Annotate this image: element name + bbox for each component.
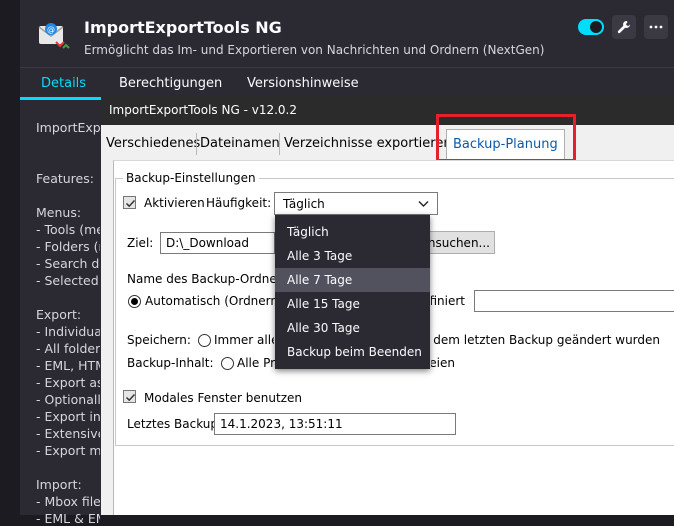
details-line: - All folder xyxy=(36,341,100,356)
auto-name-label: Automatisch (Ordnername xyxy=(145,294,275,308)
frequency-label: Häufigkeit: xyxy=(206,196,272,210)
checkmark-icon xyxy=(125,393,136,402)
activate-label: Aktivieren xyxy=(144,196,205,210)
wrench-icon xyxy=(617,21,630,34)
frequency-value: Täglich xyxy=(283,197,325,211)
header-divider xyxy=(20,67,674,68)
details-line: - Extensive xyxy=(36,426,100,441)
save-all-label: Immer alle xyxy=(214,333,274,347)
content-mail-label: Nur Maildateien xyxy=(431,356,455,370)
dropdown-option-label: Alle 7 Tage xyxy=(287,273,353,287)
frequency-dropdown: Täglich Alle 3 Tage Alle 7 Tage Alle 15 … xyxy=(275,215,430,369)
tab-divider xyxy=(279,133,280,155)
dropdown-option-label: Backup beim Beenden xyxy=(287,345,422,359)
last-backup-label: Letztes Backup: xyxy=(127,417,223,431)
tab-verschiedenes[interactable]: Verschiedenes xyxy=(103,129,203,158)
checkmark-icon xyxy=(125,199,136,208)
details-line: - Export as xyxy=(36,375,100,390)
dropdown-option-30-days[interactable]: Alle 30 Tage xyxy=(275,316,430,340)
details-line: - Search dialog xyxy=(36,256,100,271)
dropdown-option-15-days[interactable]: Alle 15 Tage xyxy=(275,292,430,316)
details-line: - Export messages xyxy=(36,443,100,458)
tab-permissions[interactable]: Berechtigungen xyxy=(119,76,222,91)
content-all-radio[interactable] xyxy=(221,357,234,370)
svg-text:@: @ xyxy=(47,25,55,34)
group-label: Backup-Einstellungen xyxy=(123,171,259,185)
dropdown-option-7-days[interactable]: Alle 7 Tage xyxy=(275,268,430,292)
details-line: Features: xyxy=(36,171,94,186)
active-tab-indicator xyxy=(20,97,102,100)
details-line: Import: xyxy=(36,477,82,492)
tab-details[interactable]: Details xyxy=(41,76,86,91)
addon-icon: @ xyxy=(38,23,70,49)
save-changed-label: Nur Dateien, die nach dem letzten Backup… xyxy=(430,333,660,347)
tab-verzeichnisse-exportieren[interactable]: Verzeichnisse exportieren xyxy=(281,129,455,158)
details-line: Export: xyxy=(36,307,82,322)
details-line: - Folders (menu) xyxy=(36,239,100,254)
more-icon xyxy=(649,25,663,29)
custom-name-label: Benutzerdefiniert: xyxy=(431,294,465,308)
dropdown-option-daily[interactable]: Täglich xyxy=(275,220,430,244)
modal-window-label: Modales Fenster benutzen xyxy=(144,391,302,405)
target-value: D:\_Download xyxy=(166,236,249,250)
chevron-down-icon xyxy=(418,201,429,207)
highlight-box xyxy=(436,114,576,162)
dropdown-option-label: Alle 15 Tage xyxy=(287,297,360,311)
dropdown-option-on-exit[interactable]: Backup beim Beenden xyxy=(275,340,430,364)
save-label: Speichern: xyxy=(127,333,191,347)
dialog-title: ImportExportTools NG - v12.0.2 xyxy=(109,103,297,117)
dropdown-option-label: Alle 3 Tage xyxy=(287,249,353,263)
dialog-titlebar[interactable]: ImportExportTools NG - v12.0.2 xyxy=(101,96,674,125)
details-line: Menus: xyxy=(36,205,82,220)
addon-title: ImportExportTools NG xyxy=(84,18,282,37)
modal-window-checkbox[interactable] xyxy=(123,390,136,403)
dropdown-option-3-days[interactable]: Alle 3 Tage xyxy=(275,244,430,268)
dialog-tabstrip: Verschiedenes Dateinamen Verzeichnisse e… xyxy=(101,129,674,159)
toggle-knob xyxy=(590,21,602,33)
addon-enable-toggle[interactable] xyxy=(578,19,604,35)
folder-name-label: Name des Backup-Ordners: xyxy=(127,272,292,286)
details-line: - Mbox files xyxy=(36,494,100,509)
last-backup-field: 14.1.2023, 13:51:11 xyxy=(214,413,456,435)
tab-release-notes[interactable]: Versionshinweise xyxy=(247,76,359,91)
dropdown-option-label: Täglich xyxy=(287,225,329,239)
details-line: - Selected messages xyxy=(36,273,100,288)
details-line: - Export index xyxy=(36,409,100,424)
details-line: - EML, HTML xyxy=(36,358,100,373)
details-line: - Individual messages xyxy=(36,324,100,339)
more-options-button[interactable] xyxy=(644,15,668,39)
save-all-radio[interactable] xyxy=(198,334,211,347)
target-input[interactable]: D:\_Download xyxy=(160,232,275,254)
details-line: ImportExportTools NG xyxy=(36,120,100,135)
custom-name-input[interactable] xyxy=(474,290,674,312)
dropdown-option-label: Alle 30 Tage xyxy=(287,321,360,335)
activate-checkbox[interactable] xyxy=(123,196,136,209)
details-line: - Tools (menu) xyxy=(36,222,100,237)
preferences-button[interactable] xyxy=(612,15,636,39)
details-line: - EML & EMLX xyxy=(36,511,100,526)
content-all-label: Alle Profildateien xyxy=(237,356,275,370)
last-backup-value: 14.1.2023, 13:51:11 xyxy=(220,417,343,431)
frequency-select[interactable]: Täglich xyxy=(274,192,438,215)
addon-description: Ermöglicht das Im- und Exportieren von N… xyxy=(84,43,545,57)
target-label: Ziel: xyxy=(127,236,154,250)
auto-name-radio[interactable] xyxy=(128,295,141,308)
tab-dateinamen[interactable]: Dateinamen xyxy=(197,129,283,158)
content-label: Backup-Inhalt: xyxy=(127,356,214,370)
details-line: - Optionally xyxy=(36,392,100,407)
